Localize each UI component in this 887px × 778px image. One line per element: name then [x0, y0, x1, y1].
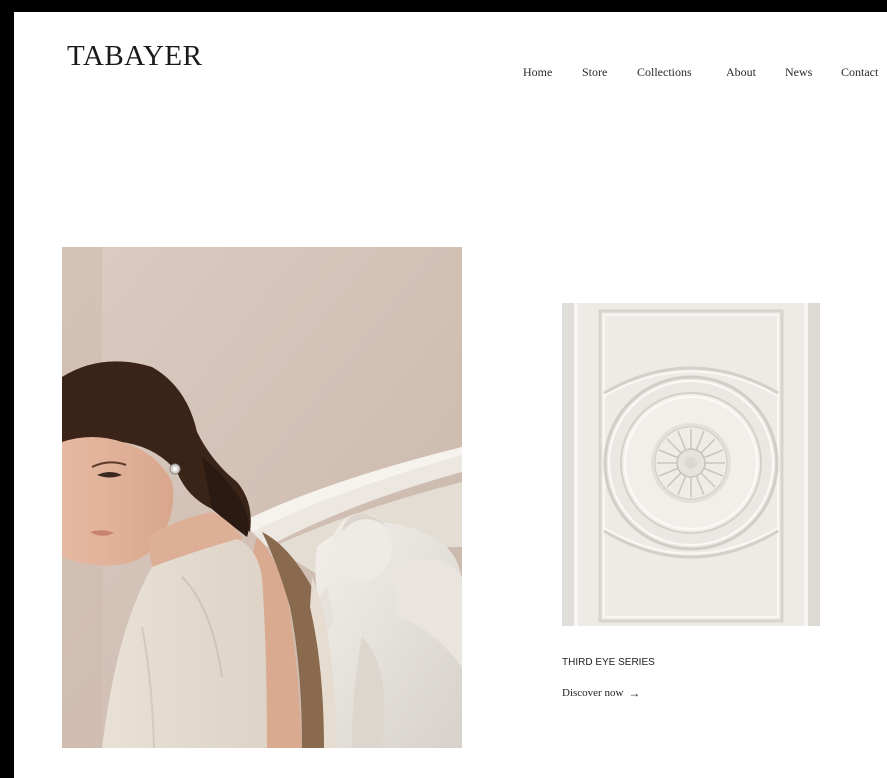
third-eye-series-image[interactable]	[562, 303, 820, 626]
nav-item-contact[interactable]: Contact	[841, 65, 887, 80]
arrow-right-icon: →	[628, 686, 641, 700]
brand-logo[interactable]: TABAYER	[67, 40, 202, 73]
discover-now-link[interactable]: Discover now →	[562, 687, 640, 699]
main-nav: Home Store Collections About News Contac…	[523, 65, 887, 80]
nav-item-collections[interactable]: Collections	[637, 65, 726, 80]
nav-item-store[interactable]: Store	[582, 65, 637, 80]
nav-item-news[interactable]: News	[785, 65, 841, 80]
hero-photo-illustration	[62, 247, 462, 748]
ornament-photo-illustration	[562, 303, 820, 626]
page: TABAYER Home Store Collections About New…	[14, 12, 887, 778]
discover-now-label: Discover now	[562, 687, 624, 699]
nav-item-about[interactable]: About	[726, 65, 785, 80]
series-title: THIRD EYE SERIES	[562, 657, 655, 668]
hero-image[interactable]	[62, 247, 462, 748]
nav-item-home[interactable]: Home	[523, 65, 582, 80]
